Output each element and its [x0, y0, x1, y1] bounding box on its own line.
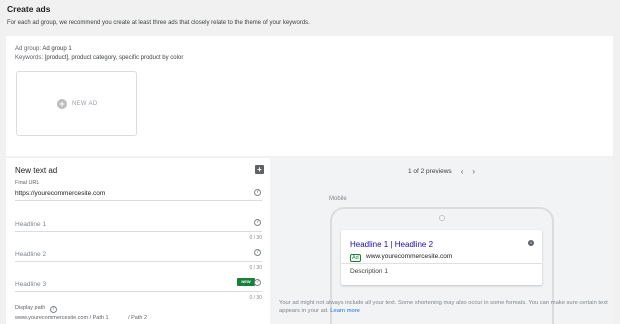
help-icon[interactable]: ? — [49, 306, 57, 313]
keywords-line: Keywords: [product], product category, s… — [15, 55, 183, 61]
form-title: New text ad — [15, 166, 58, 175]
help-icon[interactable]: ? — [254, 219, 261, 226]
headline-1-field[interactable]: Headline 1 — [15, 221, 46, 228]
headline-1-counter: 0 / 30 — [249, 235, 262, 241]
new-text-ad-form: New text ad + Final URL https://yourecom… — [6, 158, 270, 324]
display-path-2[interactable]: / Path 2 — [128, 315, 147, 321]
headline-1-underline — [15, 231, 262, 232]
ad-doc-icon[interactable]: + — [255, 165, 264, 174]
page-title: Create ads — [7, 4, 51, 14]
phone-speaker — [439, 215, 445, 221]
chevron-right-icon[interactable]: › — [472, 167, 475, 176]
ad-group-value: Ad group 1 — [42, 46, 72, 52]
display-path-label: Display path ? — [15, 305, 57, 313]
keywords-value: [product], product category, specific pr… — [44, 55, 184, 61]
learn-more-link[interactable]: Learn more — [330, 308, 360, 314]
ad-preview-description: Description 1 — [350, 268, 388, 275]
headline-3-field[interactable]: Headline 3 — [15, 281, 46, 288]
keywords-label: Keywords: — [15, 55, 44, 61]
info-icon[interactable]: i — [528, 240, 534, 246]
headline-3-underline — [15, 291, 262, 292]
new-ad-card[interactable]: + NEW AD — [16, 71, 137, 136]
final-url-underline — [15, 200, 262, 201]
help-icon[interactable]: ? — [254, 249, 261, 256]
headline-2-underline — [15, 261, 262, 262]
ad-group-label: Ad group: — [15, 46, 42, 52]
headline-2-counter: 0 / 30 — [249, 265, 262, 271]
display-path-label-text: Display path — [15, 305, 46, 311]
ad-badge: Ad — [350, 254, 361, 262]
preview-panel: 1 of 2 previews ‹ › Mobile Headline 1 | … — [270, 158, 613, 324]
new-ad-label: NEW AD — [72, 101, 98, 107]
ad-preview-headline: Headline 1 | Headline 2 — [350, 240, 434, 249]
new-ad-button[interactable]: + NEW AD — [57, 99, 97, 109]
preview-disclaimer: Your ad might not always include all you… — [279, 299, 609, 315]
new-badge: NEW — [237, 278, 255, 286]
display-path-base[interactable]: www.yourecommercesite.com / Path 1 — [15, 315, 109, 321]
ad-group-line: Ad group: Ad group 1 — [15, 46, 72, 52]
preview-pager: 1 of 2 previews ‹ › — [270, 158, 613, 184]
page-header: Create ads For each ad group, we recomme… — [0, 0, 620, 34]
final-url-field[interactable]: https://yourecommercesite.com — [15, 190, 105, 197]
final-url-label: Final URL — [15, 180, 40, 186]
plus-circle-icon: + — [57, 99, 67, 109]
display-path-row: www.yourecommercesite.com / Path 1 / Pat… — [15, 315, 147, 321]
ad-divider — [341, 263, 542, 264]
headline-3-counter: 0 / 30 — [249, 295, 262, 301]
disclaimer-text: Your ad might not always include all you… — [279, 300, 608, 314]
ad-preview-card: Headline 1 | Headline 2 i Ad www.youreco… — [341, 230, 542, 285]
mobile-label: Mobile — [329, 196, 347, 202]
chevron-left-icon[interactable]: ‹ — [461, 167, 464, 176]
page-subtitle: For each ad group, we recommend you crea… — [7, 20, 310, 26]
headline-2-field[interactable]: Headline 2 — [15, 251, 46, 258]
preview-pager-text: 1 of 2 previews — [407, 167, 452, 175]
help-icon[interactable]: ? — [254, 189, 261, 196]
help-icon[interactable]: ? — [254, 279, 261, 286]
ad-group-panel: Ad group: Ad group 1 Keywords: [product]… — [6, 36, 613, 156]
ad-preview-url: www.yourecommercesite.com — [366, 253, 453, 260]
